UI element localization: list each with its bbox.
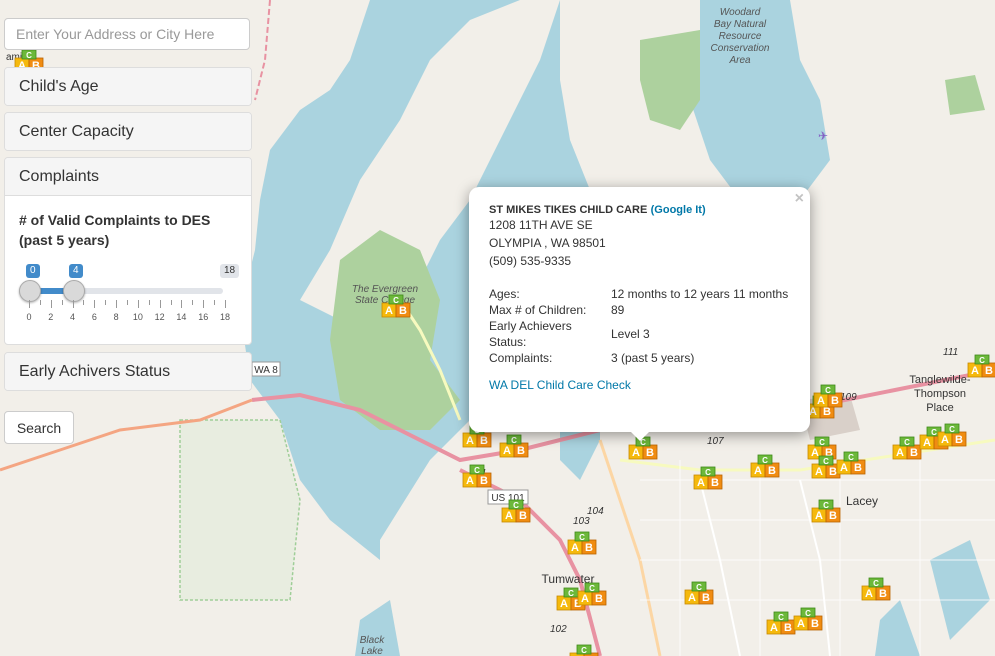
slider-tick [225, 300, 226, 308]
slider-max-handle[interactable] [63, 280, 85, 302]
label-lacey: Lacey [846, 494, 878, 508]
slider-min-handle[interactable] [19, 280, 41, 302]
close-icon[interactable]: × [795, 190, 804, 208]
slider-tick [50, 300, 52, 308]
search-input[interactable] [4, 18, 250, 50]
center-phone: (509) 535-9335 [489, 254, 572, 268]
label-woodard-4: Conservation [711, 43, 770, 54]
google-link[interactable]: (Google It) [651, 204, 706, 216]
label-woodard-5: Area [728, 55, 751, 66]
slider-tick [127, 300, 128, 305]
slider-tick-label: 8 [113, 312, 119, 322]
shield-107: 107 [707, 436, 724, 447]
complaints-slider-title: # of Valid Complaints to DES (past 5 yea… [19, 212, 211, 248]
info-row-max-children: Max # of Children: 89 [489, 302, 788, 318]
complaints-slider[interactable]: 0 4 18 0 2 4 6 8 10 12 14 16 18 [19, 258, 240, 330]
slider-ticks [29, 300, 226, 308]
slider-tick [105, 300, 107, 305]
popup-tip [630, 431, 650, 441]
filter-childs-age[interactable]: Child's Age [4, 67, 252, 106]
label-tanglewilde-3: Place [926, 402, 954, 414]
label-woodard-3: Resource [719, 31, 762, 42]
airport-icon: ✈ [818, 129, 828, 143]
center-city: OLYMPIA , WA 98501 [489, 236, 606, 250]
del-check-link[interactable]: WA DEL Child Care Check [489, 378, 790, 392]
filter-early-achievers[interactable]: Early Achivers Status [4, 352, 252, 391]
shield-103: 103 [573, 516, 590, 527]
info-row-complaints: Complaints: 3 (past 5 years) [489, 350, 788, 366]
slider-tick-label: 2 [48, 312, 54, 322]
label-evergreen-1: The Evergreen [352, 284, 419, 295]
label-black-lake-2: Lake [361, 646, 383, 656]
slider-tick [83, 300, 85, 305]
shield-111: 111 [943, 347, 958, 358]
slider-tick [170, 300, 172, 305]
slider-tick [181, 300, 183, 308]
label-tanglewilde-1: Tanglewilde- [909, 374, 970, 386]
info-row-early-achievers: Early Achievers Status: Level 3 [489, 318, 788, 350]
slider-tick [137, 300, 139, 308]
filter-center-capacity-label[interactable]: Center Capacity [5, 113, 251, 150]
filter-early-achievers-label[interactable]: Early Achivers Status [5, 353, 251, 390]
info-key: Early Achievers Status: [489, 319, 572, 349]
slider-tick-label: 18 [219, 312, 230, 322]
info-key: Ages: [489, 287, 520, 301]
info-value: 89 [611, 303, 625, 317]
search-button[interactable]: Search [4, 411, 74, 444]
slider-tick [94, 300, 96, 308]
shield-102: 102 [550, 624, 567, 635]
shield-wa8: WA 8 [254, 365, 278, 376]
slider-max-limit: 18 [220, 264, 240, 278]
slider-tick-label: 16 [198, 312, 209, 322]
label-tanglewilde-2: Thompson [914, 388, 966, 400]
filter-complaints-label[interactable]: Complaints [5, 158, 251, 196]
slider-tick [116, 300, 118, 308]
filter-childs-age-label[interactable]: Child's Age [5, 68, 251, 105]
slider-tick [214, 300, 216, 305]
info-value: Level 3 [611, 327, 650, 341]
slider-tick [192, 300, 194, 305]
label-black-lake-1: Black [360, 635, 385, 646]
slider-tick [39, 300, 41, 305]
info-value: 3 (past 5 years) [611, 351, 695, 365]
slider-tick [148, 300, 150, 305]
childcare-popup: × ST MIKES TIKES CHILD CARE (Google It) … [469, 187, 810, 432]
slider-tick-label: 0 [26, 312, 32, 322]
info-key: Complaints: [489, 351, 553, 365]
slider-tick [29, 300, 30, 308]
slider-tick-label: 12 [154, 312, 165, 322]
info-key: Max # of Children: [489, 303, 587, 317]
info-value: 12 months to 12 years 11 months [611, 287, 789, 301]
label-woodard-1: Woodard [720, 7, 761, 18]
slider-tick [203, 300, 205, 308]
slider-tick-label: 6 [91, 312, 97, 322]
slider-tick-label: 10 [132, 312, 143, 322]
slider-tick [159, 300, 161, 308]
center-info-table: Ages: 12 months to 12 years 11 months Max… [489, 286, 788, 366]
slider-tick [72, 300, 74, 308]
shield-109: 109 [840, 392, 857, 403]
info-row-ages: Ages: 12 months to 12 years 11 months [489, 286, 788, 302]
complaints-body: # of Valid Complaints to DES (past 5 yea… [5, 196, 251, 340]
center-name: ST MIKES TIKES CHILD CARE [489, 204, 648, 216]
filter-complaints: Complaints # of Valid Complaints to DES … [4, 157, 252, 345]
slider-tick-label: 14 [176, 312, 187, 322]
slider-tick-label: 4 [70, 312, 76, 322]
center-street: 1208 11TH AVE SE [489, 218, 593, 232]
filter-center-capacity[interactable]: Center Capacity [4, 112, 252, 151]
slider-min-value: 0 [26, 264, 40, 278]
label-woodard-2: Bay Natural [714, 19, 767, 30]
slider-max-value: 4 [69, 264, 83, 278]
shield-104: 104 [587, 506, 604, 517]
slider-tick [61, 300, 63, 305]
